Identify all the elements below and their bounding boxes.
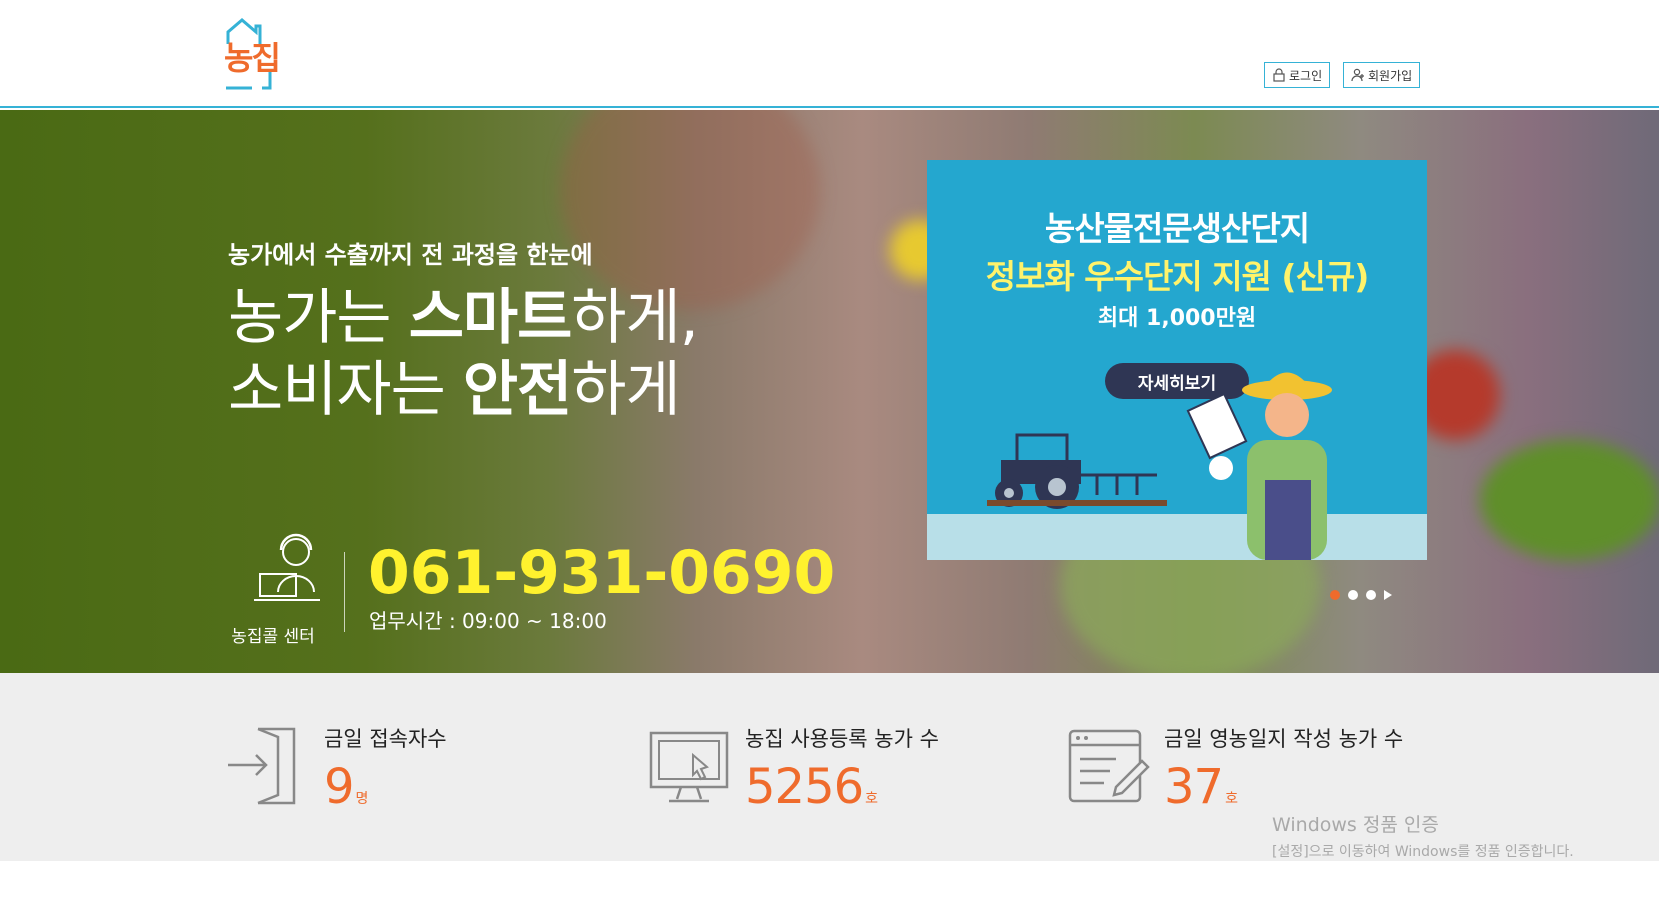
hero-title-text: 농가는 <box>228 283 409 353</box>
stat-label: 금일 영농일지 작성 농가 수 <box>1164 727 1404 751</box>
hero-title: 농가는 스마트하게, 소비자는 안전하게 <box>228 282 699 426</box>
phone-number[interactable]: 061-931-0690 <box>368 538 835 608</box>
door-enter-icon <box>228 727 296 805</box>
stat-label: 농집 사용등록 농가 수 <box>745 727 939 751</box>
watermark-title: Windows 정품 인증 <box>1272 814 1439 836</box>
call-center: 농집콜 센터 <box>228 530 358 647</box>
slider-play-icon[interactable] <box>1384 590 1392 600</box>
stat-value: 9명 <box>324 759 369 815</box>
promo-banner[interactable]: 농산물전문생산단지 정보화 우수단지 지원 (신규) 최대 1,000만원 자세… <box>927 160 1427 560</box>
hero-title-text: 소비자는 <box>228 355 463 425</box>
stat-number: 37 <box>1164 759 1224 815</box>
banner-amount: 최대 1,000만원 <box>1097 306 1257 331</box>
stat-value: 37 호 <box>1164 759 1238 815</box>
stat-number: 5256 <box>745 759 864 815</box>
slider-dot-2[interactable] <box>1348 590 1358 600</box>
call-center-label: 농집콜 센터 <box>231 627 315 647</box>
cucumber-shape <box>1480 440 1659 560</box>
lock-icon <box>1273 68 1285 82</box>
hero-section: 농가에서 수출까지 전 과정을 한눈에 농가는 스마트하게, 소비자는 안전하게… <box>0 110 1659 673</box>
login-button[interactable]: 로그인 <box>1264 62 1331 88</box>
monitor-click-icon <box>649 731 729 803</box>
hero-divider <box>344 552 345 632</box>
stat-number: 9 <box>324 759 355 815</box>
hero-background-shape <box>560 110 820 310</box>
stat-value: 5256 호 <box>745 759 878 815</box>
site-logo[interactable]: 농집 <box>222 16 282 92</box>
watermark-subtitle: [설정]으로 이동하여 Windows를 정품 인증합니다. <box>1272 844 1574 860</box>
hero-title-emphasis: 스마트 <box>408 283 573 353</box>
site-header: 농집 로그인 회원가입 <box>0 0 1659 108</box>
hero-subtitle: 농가에서 수출까지 전 과정을 한눈에 <box>228 241 593 269</box>
banner-highlight: 정보화 우수단지 지원 (신규) <box>985 257 1370 296</box>
slider-dot-1[interactable] <box>1330 590 1340 600</box>
signup-button[interactable]: 회원가입 <box>1343 62 1421 88</box>
hero-title-text: 하게 <box>571 355 680 425</box>
stat-unit: 명 <box>355 791 369 807</box>
hero-title-line2: 소비자는 안전하게 <box>228 354 698 426</box>
user-add-icon <box>1351 68 1364 82</box>
hero-title-text: 하게, <box>571 283 698 353</box>
hero-title-emphasis: 안전 <box>462 355 572 425</box>
stat-unit: 호 <box>1225 791 1238 807</box>
login-label: 로그인 <box>1289 68 1323 83</box>
slider-pagination <box>1330 590 1392 600</box>
banner-title: 농산물전문생산단지 <box>1044 209 1310 248</box>
farmer-icon <box>1186 372 1332 560</box>
call-center-agent-icon <box>254 533 320 601</box>
journal-edit-icon <box>1068 729 1150 803</box>
tractor-icon <box>987 433 1167 509</box>
business-hours: 업무시간 : 09:00 ~ 18:00 <box>369 609 607 633</box>
logo-text: 농집 <box>224 39 281 77</box>
stat-unit: 호 <box>865 791 878 807</box>
stat-label: 금일 접속자수 <box>324 727 447 751</box>
signup-label: 회원가입 <box>1368 68 1413 83</box>
windows-activation-watermark: Windows 정품 인증 [설정]으로 이동하여 Windows를 정품 인증… <box>1272 810 1574 861</box>
hero-title-line1: 농가는 스마트하게, <box>228 282 699 354</box>
slider-dot-3[interactable] <box>1366 590 1376 600</box>
